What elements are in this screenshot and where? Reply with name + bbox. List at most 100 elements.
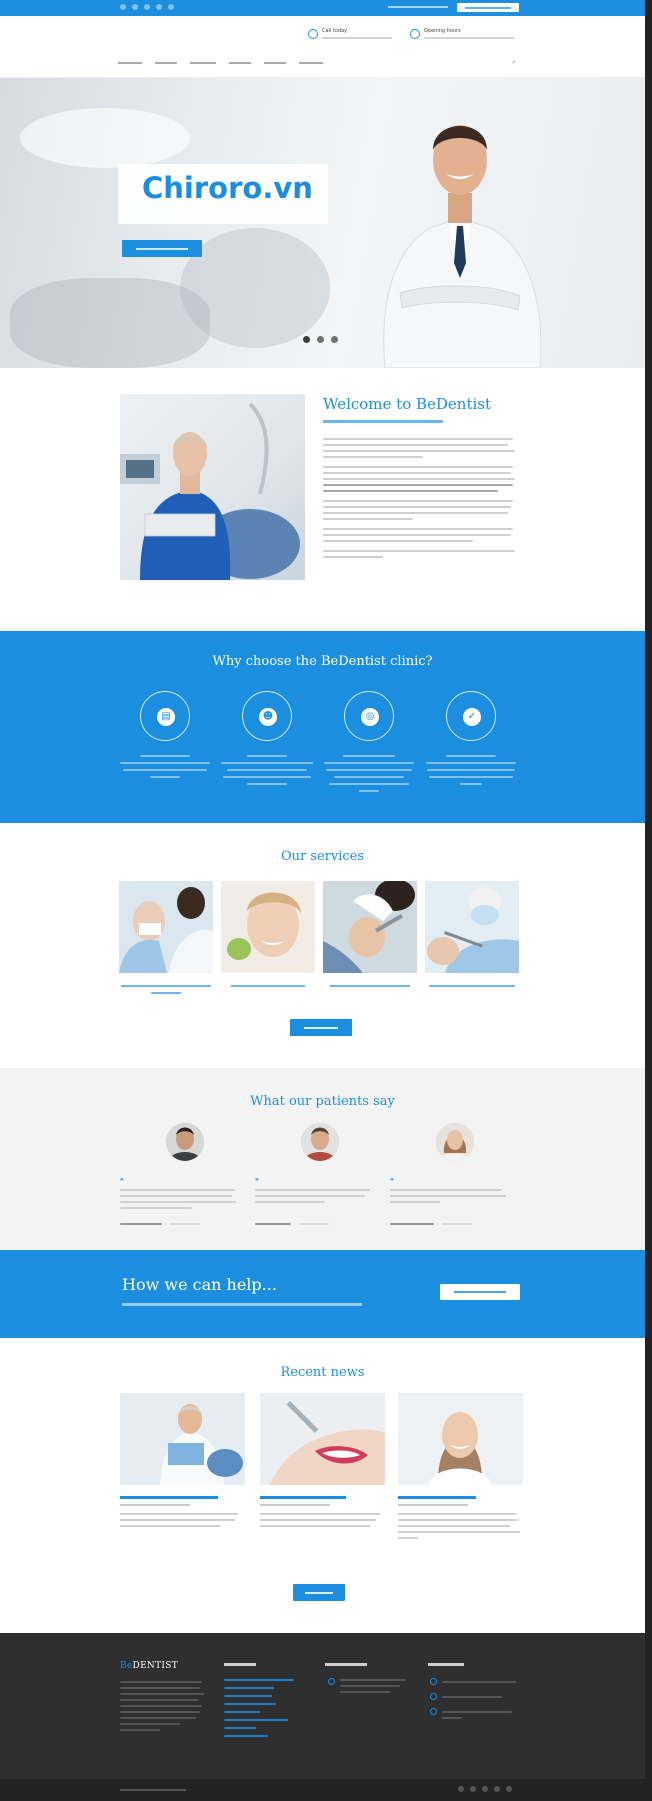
google-plus-icon[interactable] — [144, 4, 150, 10]
nav-item-news[interactable] — [229, 62, 251, 64]
slider-dot[interactable] — [317, 336, 324, 343]
service-item[interactable] — [119, 881, 213, 994]
hero-background-equipment — [180, 228, 330, 348]
footer-services-heading — [224, 1663, 256, 1666]
window-edge — [645, 0, 652, 1801]
quote-icon: ❝ — [120, 1177, 124, 1185]
all-services-button[interactable] — [290, 1019, 352, 1036]
team-icon: ☻ — [242, 691, 292, 741]
nav-item-home[interactable] — [118, 62, 142, 64]
news-card[interactable] — [260, 1393, 385, 1527]
nav-item-pages[interactable] — [299, 62, 323, 64]
linkedin-icon[interactable] — [494, 1786, 500, 1792]
phone-detail — [322, 37, 392, 39]
facebook-icon[interactable] — [120, 4, 126, 10]
avatar — [301, 1123, 339, 1161]
phone-icon — [308, 29, 318, 39]
footer-hours-heading — [325, 1663, 367, 1666]
service-item[interactable] — [425, 881, 519, 987]
top-appointment-button[interactable] — [457, 3, 519, 12]
service-image — [425, 881, 519, 973]
hero-doctor-image — [383, 125, 542, 368]
email-icon — [430, 1693, 437, 1700]
hours-detail — [424, 37, 514, 39]
help-banner: How we can help... — [0, 1250, 645, 1338]
footer-email-text[interactable] — [442, 1696, 502, 1698]
footer-logo[interactable]: BeDENTIST — [120, 1661, 178, 1671]
nav-item-about[interactable] — [155, 62, 177, 64]
feature-item: ◎ — [314, 691, 424, 792]
google-plus-icon[interactable] — [482, 1786, 488, 1792]
hero-background-light — [20, 108, 190, 168]
hero-slider: Chiroro.vn — [0, 78, 645, 368]
nav-item-services[interactable] — [190, 62, 216, 64]
nav-item-contact[interactable] — [264, 62, 286, 64]
thumbs-up-icon: ✓ — [446, 691, 496, 741]
watermark-text: Chiroro.vn — [142, 171, 313, 205]
footer-contact-heading — [428, 1663, 464, 1666]
phone-icon — [430, 1678, 437, 1685]
bottom-bar — [0, 1779, 645, 1801]
top-bar-text — [388, 6, 448, 8]
services-title: Our services — [280, 849, 365, 864]
calendar-icon: ▤ — [140, 691, 190, 741]
footer-address-text — [442, 1711, 512, 1713]
clock-icon — [410, 29, 420, 39]
help-title: How we can help... — [122, 1275, 277, 1294]
footer-logo-be: Be — [120, 1661, 133, 1671]
header: Call today Opening hours ⌕ — [0, 16, 645, 78]
page: Call today Opening hours ⌕ Chiroro.vn We… — [0, 0, 645, 1801]
youtube-icon[interactable] — [506, 1786, 512, 1792]
why-title: Why choose the BeDentist clinic? — [212, 654, 433, 669]
twitter-icon[interactable] — [470, 1786, 476, 1792]
footer-logo-rest: DENTIST — [132, 1661, 179, 1671]
service-item[interactable] — [323, 881, 417, 987]
copyright-text — [120, 1789, 186, 1791]
search-icon[interactable]: ⌕ — [512, 58, 520, 66]
footer-phone-text — [442, 1681, 516, 1683]
welcome-dentist-image — [120, 394, 305, 580]
hours-title: Opening hours — [424, 28, 461, 34]
why-choose-section: Why choose the BeDentist clinic? ▤ ☻ ◎ ✓ — [0, 631, 645, 823]
avatar — [436, 1123, 474, 1161]
avatar — [166, 1123, 204, 1161]
slider-dot[interactable] — [303, 336, 310, 343]
top-bar — [0, 0, 645, 16]
hero-cta-button[interactable] — [122, 240, 202, 257]
quote-icon: ❝ — [390, 1177, 394, 1185]
phone-title: Call today — [322, 28, 348, 34]
footer-hours-text — [340, 1679, 406, 1681]
news-card[interactable] — [120, 1393, 245, 1527]
service-image — [119, 881, 213, 973]
footer: BeDENTIST — [0, 1633, 645, 1779]
welcome-dentist-illustration — [120, 402, 300, 580]
news-image — [120, 1393, 245, 1485]
slider-dot[interactable] — [331, 336, 338, 343]
welcome-title: Welcome to BeDentist — [323, 395, 492, 413]
news-card[interactable] — [398, 1393, 523, 1539]
twitter-icon[interactable] — [132, 4, 138, 10]
feature-item: ▤ — [110, 691, 220, 778]
main-nav — [118, 60, 323, 64]
service-image — [323, 881, 417, 973]
facebook-icon[interactable] — [458, 1786, 464, 1792]
clock-icon — [328, 1678, 335, 1685]
quote-icon: ❝ — [255, 1177, 259, 1185]
linkedin-icon[interactable] — [156, 4, 162, 10]
testimonials-section: What our patients say ❝ ❝ ❝ — [0, 1068, 645, 1250]
news-image — [398, 1393, 523, 1485]
help-appointment-button[interactable] — [440, 1284, 520, 1300]
location-icon — [430, 1708, 437, 1715]
testimonials-title: What our patients say — [250, 1094, 395, 1109]
welcome-subtitle — [323, 420, 443, 423]
view-all-news-button[interactable] — [293, 1584, 345, 1601]
youtube-icon[interactable] — [168, 4, 174, 10]
feature-item: ✓ — [416, 691, 526, 785]
target-icon: ◎ — [344, 691, 394, 741]
service-image — [221, 881, 315, 973]
news-image — [260, 1393, 385, 1485]
welcome-section: Welcome to BeDentist — [0, 368, 645, 631]
feature-item: ☻ — [212, 691, 322, 785]
service-item[interactable] — [221, 881, 315, 987]
news-section: Recent news — [0, 1338, 645, 1633]
